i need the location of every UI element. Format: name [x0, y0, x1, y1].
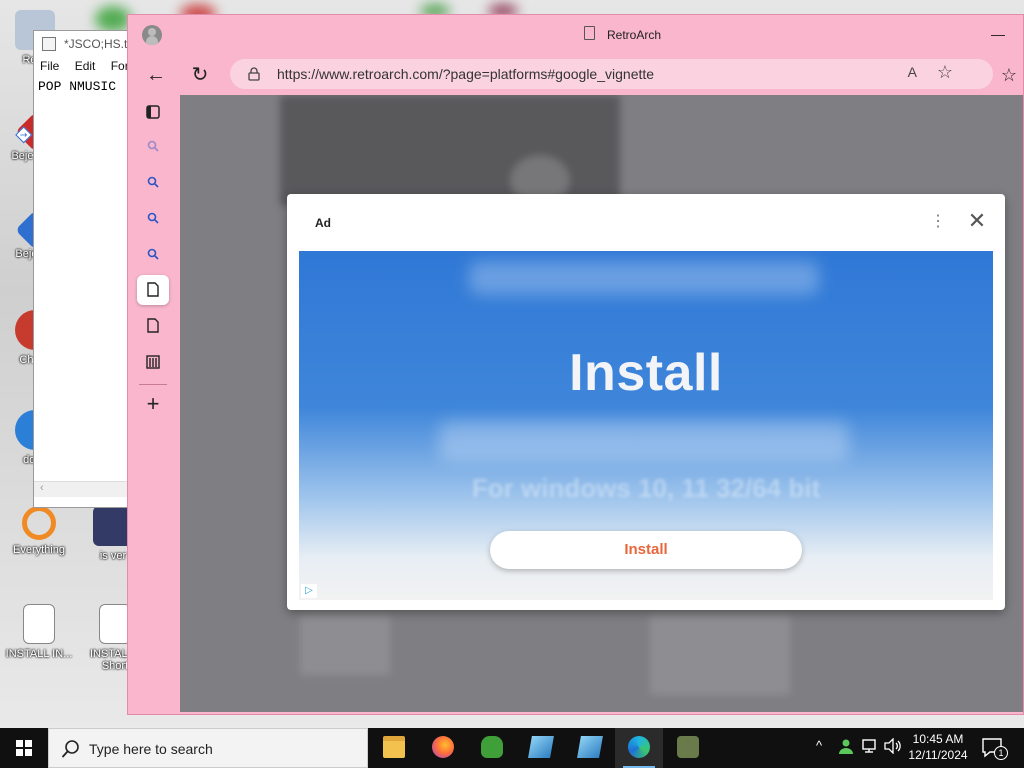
address-bar[interactable]: https://www.retroarch.com/?page=platform… [230, 59, 993, 89]
firefox-icon [432, 736, 454, 758]
shortcut-arrow-icon: ↗ [15, 126, 33, 144]
taskbar-clock[interactable]: 10:45 AM 12/11/2024 [906, 731, 970, 763]
notebook-icon [577, 736, 603, 758]
notepad-text-area[interactable]: POP NMUSIC [34, 77, 132, 96]
blurred-banner-element [469, 261, 819, 295]
ad-close-button[interactable]: ✕ [966, 210, 988, 232]
add-favorite-icon[interactable]: ☆ [937, 62, 953, 83]
people-app-icon [481, 736, 503, 758]
url-text[interactable]: https://www.retroarch.com/?page=platform… [277, 66, 654, 82]
show-hidden-icons-button[interactable]: ^ [816, 738, 822, 753]
tab-search-icon[interactable] [137, 131, 169, 161]
desktop-icon-label: is ver [99, 550, 127, 562]
clock-date: 12/11/2024 [908, 748, 968, 762]
desktop-icon-everything[interactable]: Everything [4, 506, 74, 556]
lock-icon[interactable] [248, 67, 260, 81]
tab-search-icon[interactable] [137, 167, 169, 197]
back-button[interactable]: ← [144, 63, 168, 87]
navigation-bar: ← ↻ https://www.retroarch.com/?page=plat… [128, 55, 1023, 95]
notepad-title: *JSCO;HS.txt [64, 37, 132, 51]
ad-headline: Install [569, 344, 723, 402]
ad-label: Ad [315, 216, 331, 230]
taskbar-edge[interactable] [615, 728, 663, 768]
volume-icon[interactable] [884, 737, 902, 757]
text-file-icon [23, 604, 55, 644]
favorites-icon[interactable]: ☆ [1001, 65, 1017, 86]
tab-actions-icon[interactable] [137, 97, 169, 127]
everything-search-icon [22, 506, 56, 540]
network-icon[interactable] [862, 738, 880, 757]
profile-avatar-icon[interactable] [142, 25, 162, 45]
notification-count-badge: 1 [994, 746, 1008, 760]
taskbar: Type here to search ^ 10:45 AM 12/11/202… [0, 728, 1024, 768]
blurred-page-element [300, 615, 390, 675]
taskbar-app-green[interactable] [468, 728, 516, 768]
tab-app-icon[interactable] [137, 347, 169, 377]
file-explorer-icon [383, 736, 405, 758]
edge-icon [628, 736, 650, 758]
new-tab-button[interactable]: + [137, 389, 169, 419]
tab-search-icon[interactable] [137, 203, 169, 233]
desktop-icon-label: Everything [13, 544, 65, 556]
taskbar-app-plant[interactable] [664, 728, 712, 768]
notifications-button[interactable]: 1 [980, 736, 1010, 760]
start-button[interactable] [0, 728, 48, 768]
desktop-icon-label: INSTALL IN... [5, 648, 73, 660]
taskbar-file-explorer[interactable] [370, 728, 418, 768]
desktop-icon-install-txt[interactable]: INSTALL IN... [4, 604, 74, 660]
browser-titlebar[interactable]: RetroArch — [128, 15, 1023, 55]
tab-document-icon[interactable] [137, 311, 169, 341]
notepad-icon [42, 37, 56, 51]
ad-banner[interactable]: Install For windows 10, 11 32/64 bit Ins… [299, 251, 993, 600]
tab-title: RetroArch [607, 28, 662, 42]
notebook-icon [528, 736, 554, 758]
sidebar-divider [139, 384, 167, 385]
menu-file[interactable]: File [40, 59, 59, 73]
ad-subtext: For windows 10, 11 32/64 bit [471, 473, 821, 503]
blurred-page-element [650, 615, 790, 695]
install-button[interactable]: Install [490, 531, 802, 569]
minimize-button[interactable]: — [991, 27, 1005, 41]
ad-options-icon[interactable]: ⋮ [930, 212, 946, 232]
taskbar-app-notebook-1[interactable] [517, 728, 565, 768]
page-icon [584, 26, 595, 40]
clock-time: 10:45 AM [912, 732, 964, 746]
notepad-menubar: File Edit Form [34, 57, 132, 77]
windows-logo-icon [16, 740, 32, 756]
search-placeholder: Type here to search [89, 741, 213, 757]
plant-app-icon [677, 736, 699, 758]
background-blob [95, 6, 131, 32]
horizontal-scrollbar[interactable]: ‹ [34, 481, 132, 497]
search-icon [61, 740, 79, 758]
vertical-tabs-sidebar: + [128, 95, 178, 714]
ad-modal: Ad ⋮ ✕ Install For windows 10, 11 32/64 … [287, 194, 1005, 610]
notepad-window[interactable]: *JSCO;HS.txt File Edit Form POP NMUSIC ‹ [33, 30, 133, 508]
menu-edit[interactable]: Edit [75, 59, 96, 73]
notepad-titlebar[interactable]: *JSCO;HS.txt [34, 31, 132, 57]
tab-search-icon[interactable] [137, 239, 169, 269]
adchoices-icon[interactable]: ▷ [301, 584, 317, 598]
blurred-page-element [280, 95, 620, 205]
refresh-button[interactable]: ↻ [188, 63, 212, 87]
taskbar-firefox[interactable] [419, 728, 467, 768]
tab-retroarch-active[interactable] [137, 275, 169, 305]
read-aloud-icon[interactable]: A [908, 64, 917, 80]
taskbar-search-box[interactable]: Type here to search [48, 728, 368, 768]
taskbar-app-notebook-2[interactable] [566, 728, 614, 768]
person-tray-icon[interactable] [838, 738, 854, 757]
blurred-banner-element [439, 421, 849, 461]
